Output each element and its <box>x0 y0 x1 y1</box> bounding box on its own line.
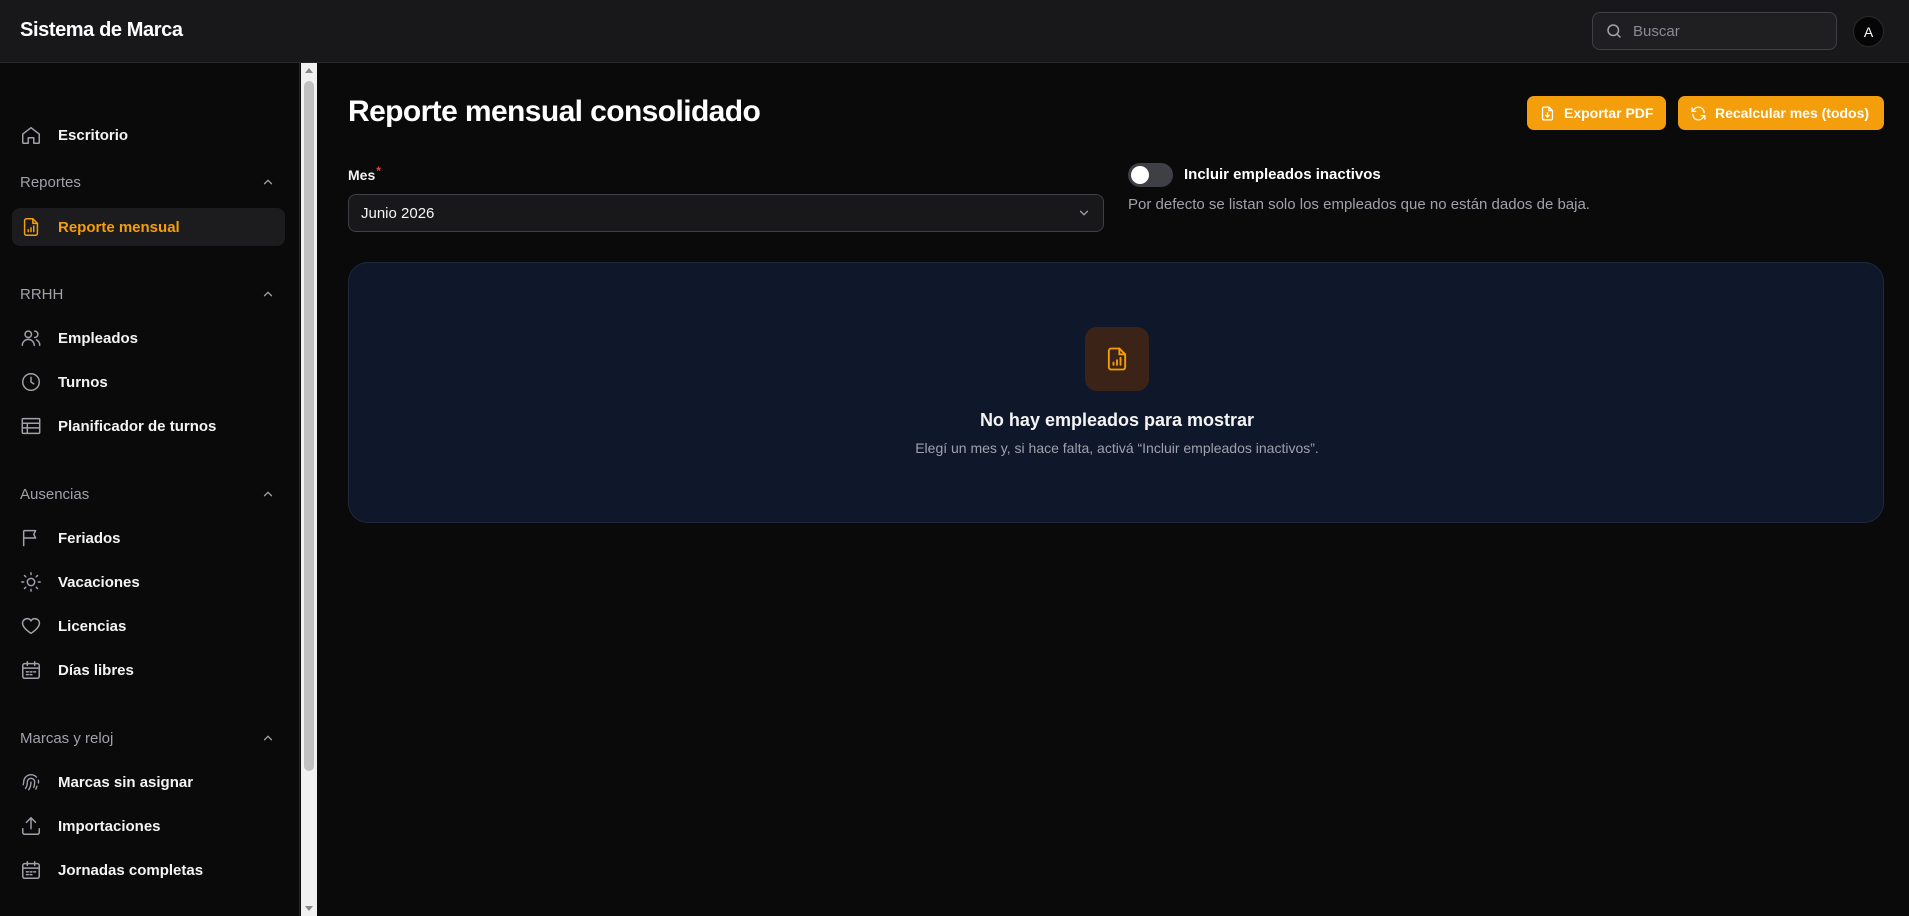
page-title: Reporte mensual consolidado <box>348 95 761 128</box>
search-box[interactable] <box>1592 12 1837 50</box>
group-header-rrhh[interactable]: RRHH <box>20 282 275 306</box>
fingerprint-icon <box>22 773 40 791</box>
sidebar-item-label: Escritorio <box>58 126 129 144</box>
recalculate-month-label: Recalcular mes (todos) <box>1715 105 1870 121</box>
group-title: RRHH <box>20 285 64 303</box>
heart-icon <box>21 617 41 635</box>
sidebar-item-reporte-mensual[interactable]: Reporte mensual <box>12 208 285 246</box>
month-field-label: Mes* <box>348 164 381 183</box>
group-title: Ausencias <box>20 485 90 503</box>
sidebar-item-vacaciones[interactable]: Vacaciones <box>12 563 285 601</box>
sidebar-item-label: Empleados <box>58 329 139 347</box>
top-bar: Sistema de Marca A <box>0 0 1909 63</box>
group-header-marcas-y-reloj[interactable]: Marcas y reloj <box>20 726 275 750</box>
sidebar-item-feriados[interactable]: Feriados <box>12 519 285 557</box>
chevron-up-icon <box>263 491 273 497</box>
export-pdf-button[interactable]: Exportar PDF <box>1527 96 1666 130</box>
sidebar-item-label: Importaciones <box>58 817 161 835</box>
toggle-knob <box>1131 166 1149 184</box>
file-chart-icon <box>1107 347 1127 371</box>
flag-icon <box>22 529 37 547</box>
month-label-text: Mes <box>348 167 376 183</box>
group-title: Reportes <box>20 173 81 191</box>
scroll-up-arrow[interactable] <box>305 68 313 73</box>
chevron-up-icon <box>263 179 273 185</box>
file-chart-icon <box>23 218 39 236</box>
table-icon <box>21 417 41 435</box>
empty-state-card: No hay empleados para mostrar Elegí un m… <box>348 262 1884 523</box>
search-input[interactable] <box>1633 22 1823 40</box>
empty-state-icon-box <box>1085 327 1149 391</box>
include-inactive-label[interactable]: Incluir empleados inactivos <box>1184 166 1381 183</box>
empty-state-description: Elegí un mes y, si hace falta, activá “I… <box>915 440 1319 456</box>
calendar-check-icon <box>22 861 40 879</box>
include-inactive-help: Por defecto se listan solo los empleados… <box>1128 196 1590 213</box>
users-icon <box>21 330 41 347</box>
upload-icon <box>22 817 40 835</box>
sidebar-item-turnos[interactable]: Turnos <box>12 363 285 401</box>
group-header-reportes[interactable]: Reportes <box>20 170 275 194</box>
clock-icon <box>22 373 40 391</box>
sidebar-item-empleados[interactable]: Empleados <box>12 319 285 357</box>
sidebar-item-importaciones[interactable]: Importaciones <box>12 807 285 845</box>
group-title: Marcas y reloj <box>20 729 114 747</box>
group-header-ausencias[interactable]: Ausencias <box>20 482 275 506</box>
sidebar-item-label: Feriados <box>58 529 121 547</box>
sidebar-scrollbar[interactable] <box>301 63 317 916</box>
sidebar-item-label: Turnos <box>58 373 108 391</box>
sidebar-item-licencias[interactable]: Licencias <box>12 607 285 645</box>
sidebar-item-label: Marcas sin asignar <box>58 773 194 791</box>
sidebar-item-marcas-sin-asignar[interactable]: Marcas sin asignar <box>12 763 285 801</box>
chevron-up-icon <box>263 735 273 741</box>
chevron-down-icon <box>1079 210 1089 216</box>
avatar[interactable]: A <box>1853 16 1884 47</box>
chevron-up-icon <box>263 291 273 297</box>
sidebar-item-dias-libres[interactable]: Días libres <box>12 651 285 689</box>
include-inactive-toggle[interactable] <box>1128 163 1173 187</box>
sidebar-item-escritorio[interactable]: Escritorio <box>12 116 285 154</box>
file-download-icon <box>1541 105 1554 121</box>
required-mark: * <box>376 164 381 178</box>
scroll-down-arrow[interactable] <box>305 906 313 911</box>
refresh-icon <box>1691 106 1706 120</box>
month-select[interactable]: Junio 2026 <box>348 194 1104 232</box>
sidebar-item-label: Planificador de turnos <box>58 417 217 435</box>
export-pdf-label: Exportar PDF <box>1564 105 1654 121</box>
sidebar: Escritorio Reportes Reporte mensual RRHH… <box>0 63 300 916</box>
app-title[interactable]: Sistema de Marca <box>20 19 183 42</box>
empty-state-title: No hay empleados para mostrar <box>979 410 1255 430</box>
sidebar-item-jornadas-completas[interactable]: Jornadas completas <box>12 851 285 889</box>
scrollbar-thumb[interactable] <box>304 81 314 771</box>
sidebar-item-label: Días libres <box>58 661 134 679</box>
sidebar-item-label: Vacaciones <box>58 573 140 591</box>
calendar-icon <box>22 661 40 679</box>
sidebar-item-label: Reporte mensual <box>58 218 180 236</box>
sidebar-item-planificador[interactable]: Planificador de turnos <box>12 407 285 445</box>
recalculate-month-button[interactable]: Recalcular mes (todos) <box>1678 96 1884 130</box>
month-select-value: Junio 2026 <box>361 204 435 222</box>
home-icon <box>22 126 40 144</box>
search-icon <box>1607 24 1621 38</box>
sidebar-item-label: Jornadas completas <box>58 861 204 879</box>
sidebar-item-label: Licencias <box>58 617 127 635</box>
sun-icon <box>21 572 41 592</box>
